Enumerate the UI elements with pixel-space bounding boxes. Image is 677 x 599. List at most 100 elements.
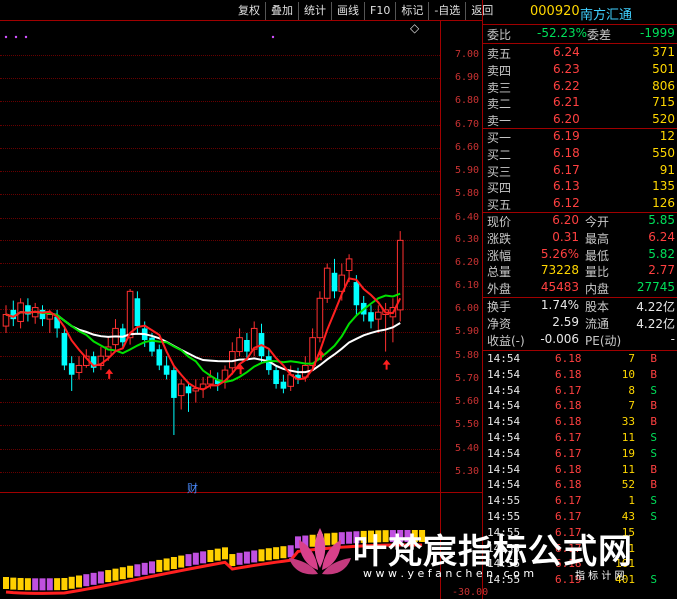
trade-time: 14:54 (487, 478, 521, 492)
level-volume: 806 (652, 78, 675, 93)
trade-price: 6.18 (555, 478, 582, 492)
ask-row[interactable]: 卖三 6.22 806 (485, 79, 677, 96)
indicator-bar (273, 547, 280, 560)
candle-body (134, 298, 141, 327)
stat-label: PE(动) (585, 334, 622, 348)
statistics-button[interactable]: 统计 (298, 2, 331, 20)
trade-side: S (650, 446, 657, 460)
divider (483, 24, 677, 25)
stat-value: - (670, 332, 675, 346)
trade-row[interactable]: 14:54 6.17 8 S (485, 384, 677, 400)
indicator-bar (258, 549, 265, 562)
trade-row[interactable]: 14:54 6.17 19 S (485, 447, 677, 463)
stat-value: 2.59 (552, 315, 579, 329)
trade-volume: 10 (621, 367, 635, 381)
stat-label: 今开 (585, 215, 610, 229)
trade-row[interactable]: 14:54 6.18 33 B (485, 415, 677, 431)
divider (483, 350, 677, 351)
mark-button[interactable]: 标记 (395, 2, 428, 20)
overlay-button[interactable]: 叠加 (265, 2, 298, 20)
bid-row[interactable]: 买四 6.13 135 (485, 179, 677, 196)
candle-body (177, 383, 185, 397)
stat-label: 现价 (487, 215, 512, 229)
ask-row[interactable]: 卖五 6.24 371 (485, 45, 677, 62)
top-border (0, 20, 482, 21)
indicator-bar (251, 550, 258, 563)
trade-price: 6.17 (555, 383, 582, 397)
level-volume: 91 (659, 162, 675, 177)
quote-stat-row: 涨幅 5.26% 最低 5.82 (485, 247, 677, 264)
trade-price: 6.18 (555, 352, 582, 365)
candle-body (68, 363, 75, 375)
indicator-bar (112, 568, 119, 581)
candle-body (331, 272, 338, 292)
watermark-title: 叶梵宸指标公式网 (353, 532, 633, 572)
trade-price: 6.18 (555, 415, 582, 429)
candle-body (345, 258, 353, 271)
f10-button[interactable]: F10 (364, 2, 395, 20)
stat-label: 最高 (585, 231, 610, 246)
financial-report-badge[interactable]: 财 (187, 480, 198, 496)
indicator-bar (265, 548, 272, 561)
bid-row[interactable]: 买五 6.12 126 (485, 196, 677, 213)
trade-time: 14:54 (487, 431, 521, 444)
ask-row[interactable]: 卖一 6.20 520 (485, 112, 677, 129)
stat-label: 涨跌 (487, 231, 512, 246)
bid-row[interactable]: 买三 6.17 91 (485, 163, 677, 180)
trade-price: 6.17 (555, 431, 582, 444)
kline-chart-area[interactable]: 复权 叠加 统计 画线 F10 标记 -自选 返回 ◇ 7.00 6.90 6.80… (0, 0, 493, 599)
trade-time: 14:54 (487, 367, 521, 381)
level-volume: 550 (652, 145, 675, 160)
candle-body (244, 339, 250, 352)
stat-value: 4.22亿 (636, 317, 675, 331)
add-watchlist-button[interactable]: -自选 (428, 2, 465, 20)
price-axis-tick: 6.70 (455, 119, 480, 130)
price-axis-tick: 6.80 (455, 95, 480, 106)
quote-stat-row: 涨跌 0.31 最高 6.24 (485, 230, 677, 247)
trade-side: S (650, 431, 657, 444)
stat-value: 5.82 (648, 246, 675, 261)
price-axis-tick: 5.70 (455, 373, 480, 384)
trade-row[interactable]: 14:54 6.17 11 S (485, 431, 677, 447)
level-label: 买五 (487, 198, 512, 213)
trade-row[interactable]: 14:54 6.18 10 B (485, 368, 677, 384)
indicator-bar (83, 574, 90, 587)
candle-body (185, 386, 192, 394)
trade-volume: 1 (628, 494, 635, 508)
price-axis-tick: 5.80 (455, 188, 480, 199)
level-label: 卖三 (487, 80, 512, 95)
trade-volume: 7 (628, 399, 635, 413)
indicator-bar (214, 548, 221, 561)
trade-row[interactable]: 14:54 6.18 7 B (485, 399, 677, 415)
level-volume: 501 (652, 61, 675, 76)
marker-dot (24, 35, 28, 39)
level-volume: 135 (652, 179, 675, 194)
trade-row[interactable]: 14:54 6.18 7 B (485, 352, 677, 368)
stat-label: 净资 (487, 317, 512, 331)
fuquan-button[interactable]: 复权 (233, 2, 265, 20)
draw-line-button[interactable]: 画线 (331, 2, 364, 20)
trade-row[interactable]: 14:54 6.18 52 B (485, 478, 677, 494)
ask-row[interactable]: 卖四 6.23 501 (485, 62, 677, 79)
indicator-bar (222, 547, 228, 560)
stat-value: 0.31 (552, 229, 579, 244)
ask-row[interactable]: 卖二 6.21 715 (485, 95, 677, 112)
trade-price: 6.18 (555, 367, 582, 381)
quote-panel: 000920 南方汇通 委比 -52.23% 委差 -1999 卖五 6.24 37… (482, 0, 677, 599)
stat-label: 内盘 (585, 282, 610, 297)
indicator-bar (97, 571, 104, 584)
trade-row[interactable]: 14:55 6.17 1 S (485, 494, 677, 510)
level-label: 买三 (487, 164, 512, 179)
bid-row[interactable]: 买二 6.18 550 (485, 146, 677, 163)
price-axis-tick: 5.90 (455, 326, 480, 337)
level-label: 买二 (487, 147, 512, 162)
trade-time: 14:55 (487, 494, 521, 508)
indicator-bar (119, 567, 126, 580)
bid-row[interactable]: 买一 6.19 12 (485, 129, 677, 146)
trade-row[interactable]: 14:54 6.18 11 B (485, 463, 677, 479)
stat-value: 73228 (540, 263, 579, 278)
level-label: 卖二 (487, 97, 512, 112)
indicator-bar (170, 556, 177, 569)
indicator-bar (127, 565, 134, 578)
trade-time: 14:54 (487, 399, 521, 413)
